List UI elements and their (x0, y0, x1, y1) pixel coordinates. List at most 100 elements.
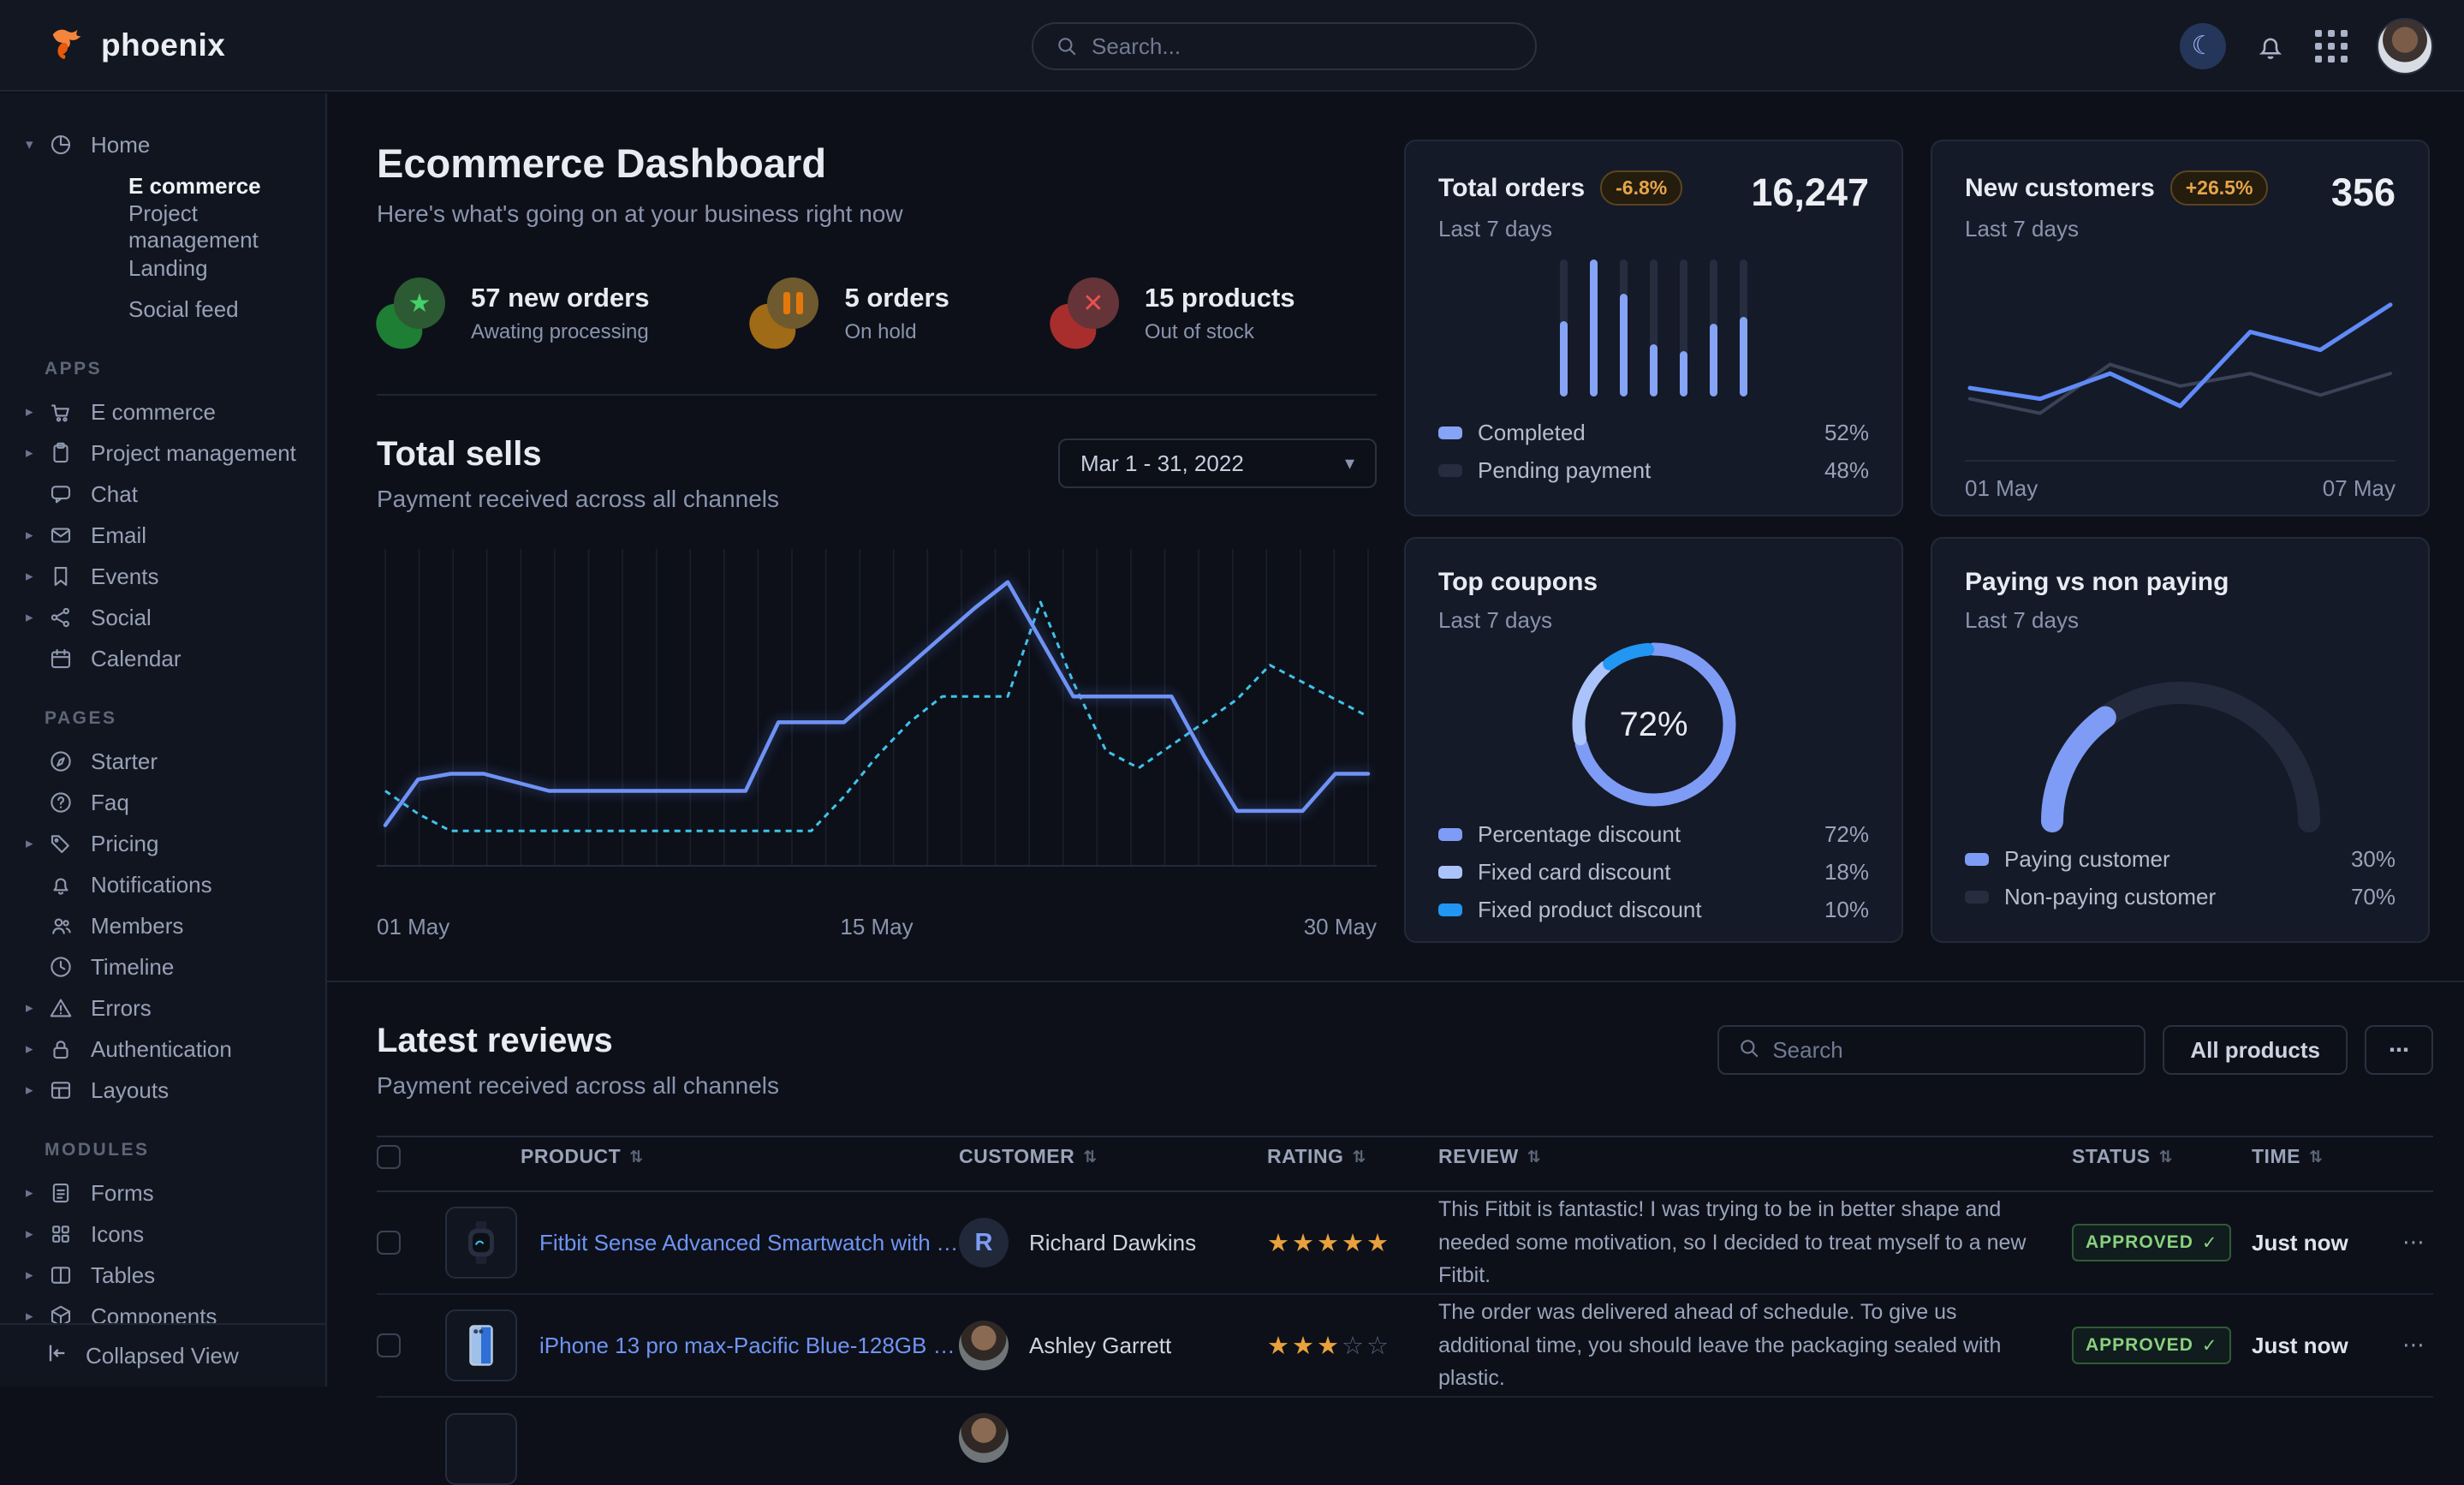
caret-icon: ▸ (26, 1308, 48, 1323)
sidebar-item-chat[interactable]: Chat (0, 474, 325, 515)
user-avatar[interactable] (2377, 18, 2433, 75)
row-menu-button[interactable]: ⋯ (2380, 1230, 2431, 1255)
table-row: Fitbit Sense Advanced Smartwatch with To… (377, 1192, 2433, 1295)
sidebar-item-label: Components (91, 1303, 217, 1324)
divider (377, 394, 1377, 396)
row-checkbox[interactable] (377, 1333, 401, 1357)
x-axis-labels: 01 May15 May30 May (377, 914, 1377, 940)
sidebar-item-label: Authentication (91, 1036, 232, 1063)
sidebar-nav: ▾HomeE commerceProject managementLanding… (0, 93, 327, 1387)
box-icon (48, 1303, 74, 1323)
customer-avatar: R (959, 1218, 1009, 1267)
caret-icon: ▸ (26, 1267, 48, 1284)
review-text: The order was delivered ahead of schedul… (1438, 1296, 2072, 1395)
card-caption: Last 7 days (1438, 607, 1598, 634)
sidebar-item-email[interactable]: ▸Email (0, 515, 325, 556)
column-header-customer[interactable]: CUSTOMER⇅ (959, 1145, 1267, 1168)
sidebar-section-label: PAGES (45, 708, 325, 729)
theme-toggle-moon-icon[interactable]: ☾ (2180, 23, 2226, 69)
sidebar-item-pricing[interactable]: ▸Pricing (0, 823, 325, 864)
sort-icon: ⇅ (1352, 1148, 1366, 1166)
sidebar-item-label: Events (91, 564, 159, 590)
all-products-button[interactable]: All products (2163, 1025, 2348, 1075)
sidebar-item-label: Email (91, 522, 146, 549)
sidebar-section-label: APPS (45, 359, 325, 379)
global-search[interactable] (1032, 22, 1537, 70)
sidebar-item-label: Members (91, 913, 183, 939)
column-header-status[interactable]: STATUS⇅ (2072, 1145, 2252, 1168)
pause-icon (750, 277, 822, 349)
column-header-time[interactable]: TIME⇅ (2252, 1145, 2380, 1168)
donut-center-label: 72% (1619, 706, 1687, 744)
sidebar-item-icons[interactable]: ▸Icons (0, 1214, 325, 1255)
sidebar-item-starter[interactable]: Starter (0, 741, 325, 782)
coupons-donut-chart: 72% (1438, 634, 1869, 815)
sidebar-item-forms[interactable]: ▸Forms (0, 1172, 325, 1214)
sidebar-item-errors[interactable]: ▸Errors (0, 987, 325, 1029)
sidebar-item-label: E commerce (91, 399, 216, 426)
sidebar-item-faq[interactable]: Faq (0, 782, 325, 823)
new-customers-card: New customers +26.5% Last 7 days 356 01 … (1931, 140, 2430, 516)
notifications-bell-icon[interactable] (2255, 31, 2286, 62)
stat-value: 15 products (1145, 283, 1295, 313)
column-header-rating[interactable]: RATING⇅ (1267, 1145, 1438, 1168)
sidebar-item-events[interactable]: ▸Events (0, 556, 325, 597)
reviews-search[interactable] (1717, 1025, 2146, 1075)
sidebar-item-notifications[interactable]: Notifications (0, 864, 325, 905)
caret-icon: ▸ (26, 1184, 48, 1202)
legend-row: Non-paying customer70% (1965, 878, 2396, 915)
mail-icon (48, 522, 74, 548)
sidebar-item-components[interactable]: ▸ Components (0, 1296, 325, 1323)
select-all-checkbox[interactable] (377, 1145, 401, 1169)
sidebar-item-members[interactable]: Members (0, 905, 325, 946)
calendar-icon (48, 646, 74, 671)
stat-caption: Awating processing (471, 320, 649, 344)
bookmark-icon (48, 564, 74, 589)
brand-logo[interactable]: phoenix (48, 23, 225, 67)
table-more-button[interactable]: ⋯ (2365, 1025, 2433, 1075)
product-link[interactable]: iPhone 13 pro max-Pacific Blue-128GB sto… (539, 1333, 959, 1359)
paying-legend: Paying customer30%Non-paying customer70% (1965, 840, 2396, 915)
sidebar-subitem-social-feed[interactable]: Social feed (0, 289, 325, 330)
row-checkbox[interactable] (377, 1231, 401, 1255)
caret-icon: ▸ (26, 835, 48, 852)
column-header-product[interactable]: PRODUCT⇅ (445, 1145, 959, 1168)
sidebar-item-layouts[interactable]: ▸Layouts (0, 1070, 325, 1111)
new-customers-value: 356 (2331, 170, 2396, 215)
sidebar-subitem-landing[interactable]: Landing (0, 248, 325, 289)
sidebar-item-project-management[interactable]: ▸Project management (0, 432, 325, 474)
status-badge: APPROVED ✓ (2072, 1327, 2231, 1364)
card-caption: Last 7 days (1965, 607, 2229, 634)
caret-icon: ▸ (26, 609, 48, 626)
total-sells-subtitle: Payment received across all channels (377, 486, 779, 513)
sort-icon: ⇅ (629, 1148, 643, 1166)
reviews-search-input[interactable] (1772, 1037, 2125, 1064)
product-link[interactable]: Fitbit Sense Advanced Smartwatch with To… (539, 1230, 959, 1256)
legend-row: Fixed product discount10% (1438, 891, 1869, 928)
apps-grid-icon[interactable] (2315, 30, 2348, 63)
sidebar-item-label: Icons (91, 1221, 144, 1248)
sidebar-item-social[interactable]: ▸Social (0, 597, 325, 638)
sidebar-item-home[interactable]: ▾Home (0, 124, 325, 165)
collapse-sidebar-button[interactable]: Collapsed View (0, 1323, 325, 1387)
column-header-review[interactable]: REVIEW⇅ (1438, 1145, 2072, 1168)
question-icon (48, 790, 74, 815)
change-badge: +26.5% (2170, 170, 2269, 206)
sidebar-item-authentication[interactable]: ▸Authentication (0, 1029, 325, 1070)
brand-name: phoenix (101, 27, 225, 63)
sidebar-item-e-commerce[interactable]: ▸E commerce (0, 391, 325, 432)
sidebar-item-label: Project management (91, 440, 296, 467)
sidebar-item-timeline[interactable]: Timeline (0, 946, 325, 987)
sidebar-item-calendar[interactable]: Calendar (0, 638, 325, 679)
date-range-select[interactable]: Mar 1 - 31, 2022 ▾ (1058, 438, 1377, 488)
reviews-table: PRODUCT⇅CUSTOMER⇅RATING⇅REVIEW⇅STATUS⇅TI… (377, 1136, 2433, 1432)
pie-chart-icon (48, 132, 74, 158)
layout-icon (48, 1077, 74, 1103)
global-search-input[interactable] (1092, 33, 1513, 60)
sidebar-item-tables[interactable]: ▸Tables (0, 1255, 325, 1296)
clock-icon (48, 954, 74, 980)
row-menu-button[interactable]: ⋯ (2380, 1333, 2431, 1358)
sidebar-subitem-project-management[interactable]: Project management (0, 206, 325, 248)
reviews-title: Latest reviews (377, 1022, 779, 1060)
stat-value: 5 orders (844, 283, 949, 313)
